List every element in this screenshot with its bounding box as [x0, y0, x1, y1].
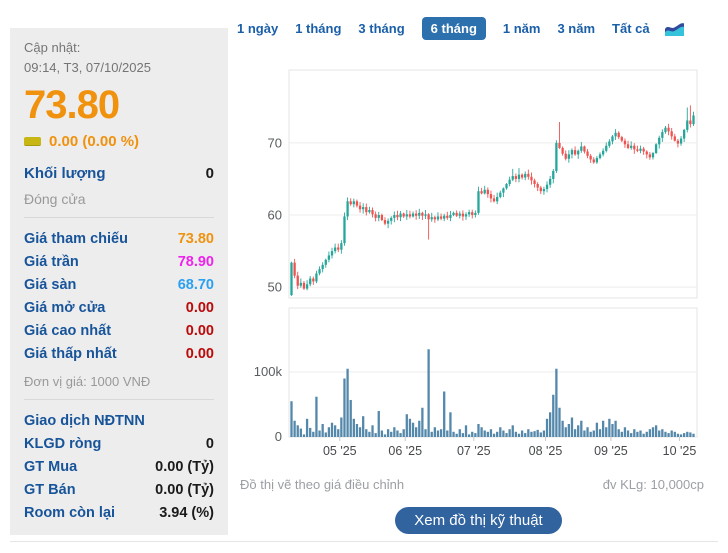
svg-text:05 '25: 05 '25 [323, 444, 357, 458]
volume-value: 0 [206, 162, 214, 185]
row-label: Giá trần [24, 251, 79, 274]
row-value: 3.94 (%) [159, 502, 214, 525]
row-label: Room còn lại [24, 502, 115, 525]
foreign-row-net-volume: KLGD ròng 0 [24, 433, 214, 456]
foreign-row-sell-value: GT Bán 0.00 (Tỷ) [24, 479, 214, 502]
tab-1-ngay[interactable]: 1 ngày [237, 21, 278, 36]
bottom-divider [10, 541, 718, 542]
row-label: Giá mở cửa [24, 297, 105, 320]
svg-text:100k: 100k [254, 364, 283, 379]
price-row-ceiling: Giá trần 78.90 [24, 251, 214, 274]
row-value: 68.70 [178, 274, 214, 297]
foreign-trading-title: Giao dịch NĐTNN [24, 410, 214, 433]
row-value: 0.00 [186, 320, 214, 343]
divider [24, 217, 214, 218]
adjusted-price-note: Đồ thị vẽ theo giá điều chỉnh [240, 477, 404, 492]
candlestick-volume-svg[interactable]: 70 60 50 100k 0 05 '25 06 '25 07 '25 08 '25 09 '2… [240, 50, 720, 462]
row-label: GT Mua [24, 456, 77, 479]
row-value: 0.00 (Tỷ) [155, 456, 214, 479]
svg-text:70: 70 [268, 135, 282, 150]
session-status: Đóng cửa [24, 191, 214, 207]
tab-1-thang[interactable]: 1 tháng [295, 21, 341, 36]
row-label: Giá thấp nhất [24, 343, 117, 366]
svg-text:07 '25: 07 '25 [457, 444, 491, 458]
quote-panel: Cập nhật: 09:14, T3, 07/10/2025 73.80 0.… [10, 28, 228, 535]
volume-unit-note: đv KLg: 10,000cp [603, 477, 704, 492]
tab-3-thang[interactable]: 3 tháng [358, 21, 404, 36]
row-value: 73.80 [178, 228, 214, 251]
svg-text:0: 0 [275, 429, 282, 444]
row-value: 0.00 (Tỷ) [155, 479, 214, 502]
svg-text:08 '25: 08 '25 [529, 444, 563, 458]
svg-text:10 '25: 10 '25 [663, 444, 697, 458]
updated-label: Cập nhật: [24, 40, 80, 55]
row-label: Giá sàn [24, 274, 76, 297]
foreign-row-buy-value: GT Mua 0.00 (Tỷ) [24, 456, 214, 479]
flat-change-icon [24, 137, 41, 146]
price-row-low: Giá thấp nhất 0.00 [24, 343, 214, 366]
price-chart[interactable]: 70 60 50 100k 0 05 '25 06 '25 07 '25 08 '25 09 '2… [240, 50, 720, 462]
row-label: Giá cao nhất [24, 320, 111, 343]
row-value: 0.00 [186, 297, 214, 320]
price-row-high: Giá cao nhất 0.00 [24, 320, 214, 343]
svg-text:60: 60 [268, 208, 282, 223]
tab-3-nam[interactable]: 3 năm [557, 21, 595, 36]
row-value: 0.00 [186, 343, 214, 366]
svg-text:09 '25: 09 '25 [594, 444, 628, 458]
area-chart-icon[interactable] [664, 20, 685, 37]
tab-6-thang[interactable]: 6 tháng [422, 17, 486, 40]
range-tabs: 1 ngày 1 tháng 3 tháng 6 tháng 1 năm 3 n… [237, 17, 685, 40]
svg-text:50: 50 [268, 280, 282, 295]
volume-row: Khối lượng 0 [24, 162, 214, 185]
tab-1-nam[interactable]: 1 năm [503, 21, 541, 36]
row-value: 0 [206, 433, 214, 456]
svg-text:06 '25: 06 '25 [388, 444, 422, 458]
foreign-row-room-left: Room còn lại 3.94 (%) [24, 502, 214, 525]
technical-chart-button[interactable]: Xem đồ thị kỹ thuật [395, 507, 562, 534]
row-label: Giá tham chiếu [24, 228, 128, 251]
price-unit-note: Đơn vị giá: 1000 VNĐ [24, 374, 214, 389]
divider [24, 399, 214, 400]
updated-time: 09:14, T3, 07/10/2025 [24, 60, 151, 75]
volume-label: Khối lượng [24, 162, 106, 185]
row-label: KLGD ròng [24, 433, 101, 456]
price-row-reference: Giá tham chiếu 73.80 [24, 228, 214, 251]
price-change: 0.00 (0.00 %) [49, 133, 139, 150]
last-updated: Cập nhật: 09:14, T3, 07/10/2025 [24, 38, 214, 77]
row-value: 78.90 [178, 251, 214, 274]
price-row-floor: Giá sàn 68.70 [24, 274, 214, 297]
price-row-open: Giá mở cửa 0.00 [24, 297, 214, 320]
row-label: GT Bán [24, 479, 76, 502]
price-change-row: 0.00 (0.00 %) [24, 133, 214, 150]
current-price: 73.80 [24, 85, 214, 125]
tab-tat-ca[interactable]: Tất cả [612, 21, 650, 36]
